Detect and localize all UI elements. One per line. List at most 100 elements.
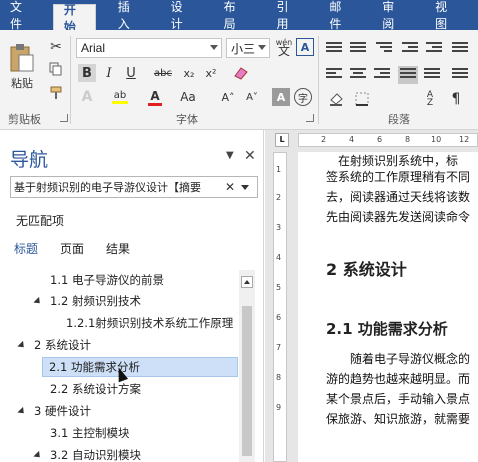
nav-scrollbar[interactable] <box>239 270 255 462</box>
font-size-combo[interactable]: 小三 <box>226 38 270 58</box>
collapse-triangle-icon[interactable] <box>17 340 27 350</box>
bullets-icon[interactable] <box>326 42 342 56</box>
align-center-icon[interactable] <box>350 68 366 82</box>
ruler-tick: 7 <box>276 343 282 352</box>
show-marks-icon[interactable]: ¶ <box>446 90 466 108</box>
ruler-tick: 10 <box>431 135 442 144</box>
align-left-icon[interactable] <box>326 68 342 82</box>
increase-indent-icon[interactable] <box>426 42 442 56</box>
bold-button[interactable]: B <box>78 64 96 82</box>
tab-insert[interactable]: 插入 <box>108 0 149 31</box>
font-color-button[interactable]: A <box>142 88 168 106</box>
tab-design[interactable]: 设计 <box>161 0 202 31</box>
collapse-triangle-icon[interactable] <box>33 296 43 306</box>
font-name-combo[interactable]: Arial <box>76 38 222 58</box>
nav-search-input[interactable]: 基于射频识别的电子导游仪设计【摘要 ✕ <box>10 176 258 198</box>
paste-button[interactable]: 粘贴 <box>6 38 38 96</box>
tab-selector-button[interactable]: L <box>275 133 289 147</box>
multilevel-list-icon[interactable] <box>376 42 392 56</box>
numbering-icon[interactable] <box>350 42 366 56</box>
scroll-up-icon[interactable] <box>241 276 253 288</box>
heading-1: 2 系统设计 <box>326 260 407 279</box>
outline-item-label: 3 硬件设计 <box>34 404 91 418</box>
outline-item[interactable]: 3.1 主控制模块 <box>50 423 129 443</box>
decrease-indent-icon[interactable] <box>402 42 418 56</box>
distributed-icon[interactable] <box>424 68 440 82</box>
chevron-down-icon[interactable] <box>241 185 249 190</box>
tab-references[interactable]: 引用 <box>266 0 307 31</box>
ribbon: 粘贴 ✂ 剪贴板 Arial 小三 wén 文 A B I U abc x₂ x… <box>0 30 478 130</box>
outline-item[interactable]: 1.1 电子导游仪的前景 <box>50 270 164 290</box>
tab-mailings[interactable]: 邮件 <box>319 0 360 31</box>
phonetic-guide-button[interactable]: wén 文 <box>274 36 294 58</box>
superscript-button[interactable]: x² <box>202 64 220 82</box>
eraser-icon[interactable] <box>232 64 250 82</box>
highlight-button[interactable]: ab <box>106 88 134 106</box>
italic-button[interactable]: I <box>100 64 118 82</box>
outline-item[interactable]: 3 硬件设计 <box>17 401 91 421</box>
nav-tab-pages[interactable]: 页面 <box>60 240 84 257</box>
sort-icon[interactable]: AZ <box>420 90 440 108</box>
tab-layout[interactable]: 布局 <box>214 0 255 31</box>
clear-search-icon[interactable]: ✕ <box>225 180 235 194</box>
horizontal-ruler[interactable]: 2 4 6 8 10 12 <box>298 133 478 147</box>
borders-icon[interactable] <box>352 90 372 108</box>
nav-tabs: 标题 页面 结果 <box>14 240 130 257</box>
clipboard-icon <box>10 44 34 72</box>
outline-item[interactable]: 2.2 系统设计方案 <box>50 379 141 399</box>
pane-options-icon[interactable]: ▼ <box>226 150 234 161</box>
collapse-triangle-icon[interactable] <box>17 406 27 416</box>
ruler-tick: 4 <box>276 253 282 262</box>
outline-item-label: 2 系统设计 <box>34 338 91 352</box>
subscript-button[interactable]: x₂ <box>180 64 198 82</box>
outline-item[interactable]: 2 系统设计 <box>17 335 91 355</box>
ruler-tick: 8 <box>405 135 411 144</box>
highlight-label: ab <box>113 90 127 101</box>
outline-item-label: 3.2 自动识别模块 <box>50 448 141 462</box>
font-dialog-launcher[interactable] <box>306 114 314 122</box>
char-border-button[interactable]: A <box>296 38 314 56</box>
chinese-layout-icon[interactable] <box>452 42 468 56</box>
shading-icon[interactable] <box>326 90 346 108</box>
ribbon-tab-bar: 文件 开始 插入 设计 布局 引用 邮件 审阅 视图 <box>0 0 478 34</box>
paste-label: 粘贴 <box>11 77 33 90</box>
grow-font-button[interactable]: A˄ <box>218 88 238 106</box>
outline-item[interactable]: 1.2.1射频识别技术系统工作原理 <box>66 313 233 333</box>
collapse-triangle-icon[interactable] <box>33 450 43 460</box>
ruler-tick: 12 <box>459 135 470 144</box>
change-case-button[interactable]: Aa <box>176 88 200 106</box>
ruler-tick: 5 <box>276 283 282 292</box>
justify-icon[interactable] <box>398 66 418 84</box>
outline-item-label: 3.1 主控制模块 <box>50 426 130 440</box>
strikethrough-button[interactable]: abc <box>150 64 176 82</box>
nav-pane-title: 导航 <box>10 149 49 171</box>
tab-view[interactable]: 视图 <box>425 0 466 31</box>
underline-button[interactable]: U <box>122 64 140 82</box>
vertical-ruler[interactable]: 1 2 3 4 5 6 7 8 9 <box>273 152 287 462</box>
align-right-icon[interactable] <box>374 68 390 82</box>
close-icon[interactable]: ✕ <box>244 148 256 164</box>
tab-review[interactable]: 审阅 <box>372 0 413 31</box>
tab-file[interactable]: 文件 <box>0 0 41 31</box>
enclose-char-icon[interactable]: 字 <box>294 88 312 106</box>
ruler-tick: 9 <box>276 403 282 412</box>
outline-item[interactable]: 3.2 自动识别模块 <box>33 445 141 462</box>
cut-icon[interactable]: ✂ <box>46 38 66 56</box>
line-spacing-icon[interactable] <box>452 68 468 82</box>
format-painter-icon[interactable] <box>46 84 66 102</box>
char-shading-button[interactable]: A <box>272 88 290 106</box>
document-page[interactable]: 在射频识别系统中，标 签系统的工作原理稍有不同 去，阅读器通过天线将该数 先由阅… <box>298 152 478 462</box>
ruler-tick: 3 <box>276 223 282 232</box>
clipboard-dialog-launcher[interactable] <box>60 114 68 122</box>
shrink-font-button[interactable]: A˅ <box>242 88 262 106</box>
nav-tab-headings[interactable]: 标题 <box>14 240 38 257</box>
scrollbar-thumb[interactable] <box>242 306 252 456</box>
copy-icon[interactable] <box>46 60 66 78</box>
outline-item[interactable]: 1.2 射频识别技术 <box>33 291 141 311</box>
no-match-text: 无匹配项 <box>16 214 65 228</box>
outline-item-selected[interactable]: 2.1 功能需求分析 <box>42 357 238 377</box>
text-effects-icon[interactable]: A <box>78 88 96 106</box>
nav-tab-results[interactable]: 结果 <box>106 240 130 257</box>
tab-home[interactable]: 开始 <box>52 3 96 34</box>
outline-item-label: 1.2.1射频识别技术系统工作原理 <box>66 316 234 330</box>
